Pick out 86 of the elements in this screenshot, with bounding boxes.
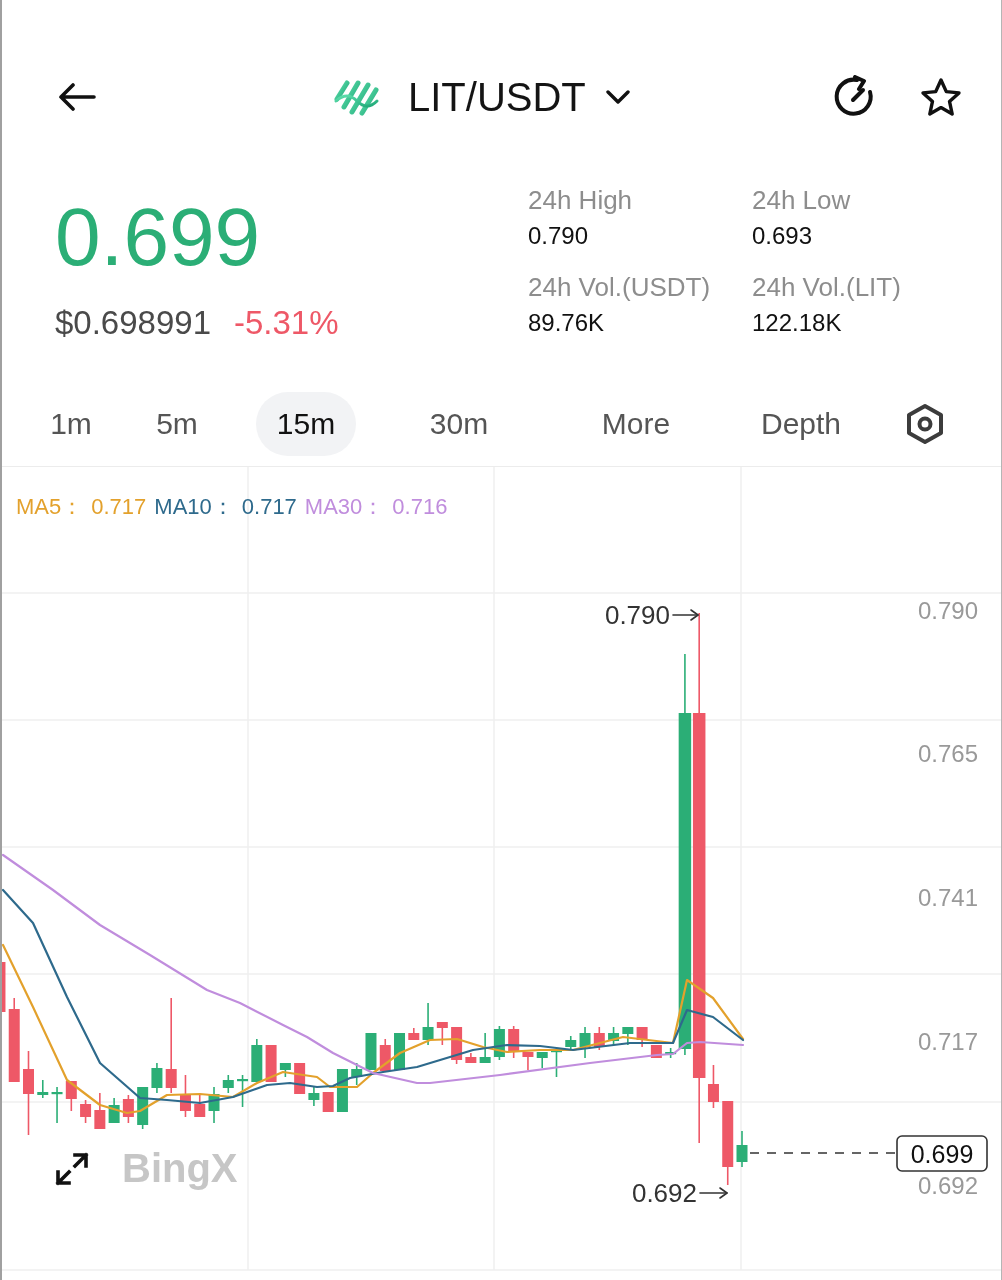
candle (622, 1026, 634, 1046)
usd-price: $0.698991 (55, 303, 211, 343)
high-price-label: 0.790 (604, 600, 670, 630)
candle (151, 1062, 163, 1094)
candle (237, 1074, 249, 1108)
ma-value: 0.717 (91, 494, 147, 521)
candle (108, 1097, 120, 1124)
candle (37, 1079, 49, 1099)
striped-logo-icon (333, 77, 380, 117)
candle (394, 1032, 405, 1071)
axis-label: 0.765 (917, 740, 978, 768)
interval-tab[interactable]: More (580, 392, 692, 456)
low-price-label: 0.692 (631, 1178, 697, 1208)
leader-arrow (699, 1187, 728, 1199)
candle (579, 1026, 591, 1059)
candle (336, 1068, 348, 1113)
chevron-down-icon (605, 89, 630, 105)
candle (636, 1026, 648, 1048)
candle (179, 1074, 191, 1118)
candle (408, 1027, 420, 1041)
candle (137, 1086, 149, 1130)
stat-value: 122.18K (752, 309, 843, 338)
candle (308, 1086, 320, 1107)
stat-label: 24h High (528, 185, 634, 217)
interval-tab[interactable]: 30m (408, 392, 510, 456)
candle (65, 1080, 77, 1112)
candle (479, 1032, 491, 1064)
candle (80, 1099, 92, 1124)
candle (2, 962, 6, 1012)
stat-label: 24h Vol.(LIT) (752, 272, 902, 304)
ma-label: MA5： (16, 494, 84, 521)
interval-tab[interactable]: 5m (135, 392, 219, 456)
stat-value: 89.76K (528, 309, 606, 338)
candle (279, 1062, 291, 1078)
chart-logo-text: BingX (122, 1146, 238, 1190)
ma-value: 0.716 (392, 494, 448, 521)
candle (465, 1052, 477, 1064)
axis-label: 0.692 (917, 1171, 978, 1199)
ma-label: MA30： (304, 494, 385, 521)
candle (508, 1025, 520, 1059)
ma-value: 0.717 (241, 494, 297, 521)
candle (322, 1091, 334, 1113)
axis-label: 0.717 (917, 1027, 978, 1055)
last-price: 0.699 (55, 196, 261, 278)
candle (436, 1021, 448, 1046)
candle (51, 1086, 63, 1124)
candle (222, 1074, 234, 1094)
interval-tab[interactable]: 15m (255, 392, 357, 456)
candle (194, 1093, 206, 1118)
candle (551, 1049, 562, 1078)
candle (422, 1002, 434, 1046)
candle (522, 1051, 534, 1071)
interval-tab[interactable]: 1m (29, 392, 113, 456)
candle (94, 1092, 106, 1130)
ma-label: MA10： (154, 494, 234, 521)
axis-label: 0.790 (917, 596, 978, 624)
leader-arrow (672, 609, 699, 621)
candle (365, 1032, 377, 1071)
candle (251, 1038, 263, 1083)
candle (351, 1062, 363, 1086)
candle (265, 1044, 277, 1083)
candle (536, 1051, 548, 1069)
candle (379, 1038, 391, 1072)
price-change: -5.31% (234, 303, 339, 343)
expand-icon[interactable] (55, 1152, 89, 1186)
candle (608, 1026, 620, 1046)
candle (565, 1035, 577, 1051)
back-arrow-icon[interactable] (58, 83, 96, 111)
stat-label: 24h Vol.(USDT) (528, 272, 712, 304)
stat-label: 24h Low (752, 185, 852, 217)
stat-value: 0.693 (752, 222, 814, 251)
settings-icon[interactable] (905, 403, 945, 445)
candle (208, 1086, 220, 1124)
current-price-label: 0.699 (896, 1135, 988, 1172)
candle (122, 1094, 134, 1124)
candle (451, 1026, 463, 1065)
stat-value: 0.790 (528, 222, 590, 251)
axis-label: 0.741 (917, 884, 978, 912)
candle (493, 1025, 505, 1061)
candle (650, 1044, 662, 1059)
interval-tab[interactable]: Depth (739, 392, 863, 456)
star-icon[interactable] (920, 77, 962, 117)
candle (294, 1062, 306, 1095)
candle (593, 1026, 605, 1051)
pair-selector[interactable]: LIT/USDT (408, 73, 630, 121)
candle (736, 1130, 748, 1168)
